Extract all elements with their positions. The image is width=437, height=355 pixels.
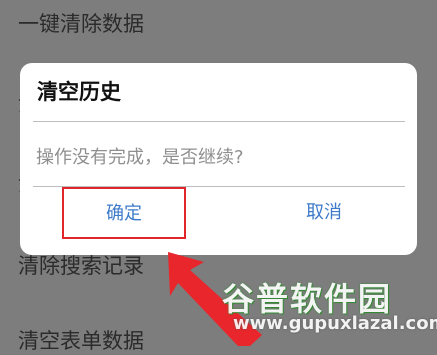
bg-menu-item-clear-all: 一键清除数据: [18, 12, 144, 36]
dialog-title: 清空历史: [37, 80, 121, 104]
cancel-button[interactable]: 取消: [264, 193, 384, 233]
clear-history-dialog: 清空历史 操作没有完成，是否继续? 确定 取消: [20, 63, 417, 255]
confirm-button[interactable]: 确定: [62, 187, 186, 239]
bg-menu-item-clear-form: 清空表单数据: [18, 329, 144, 353]
watermark-url: www.gupuxlazal.com: [233, 313, 437, 334]
title-divider: [33, 121, 405, 122]
dialog-message: 操作没有完成，是否继续?: [36, 147, 244, 168]
